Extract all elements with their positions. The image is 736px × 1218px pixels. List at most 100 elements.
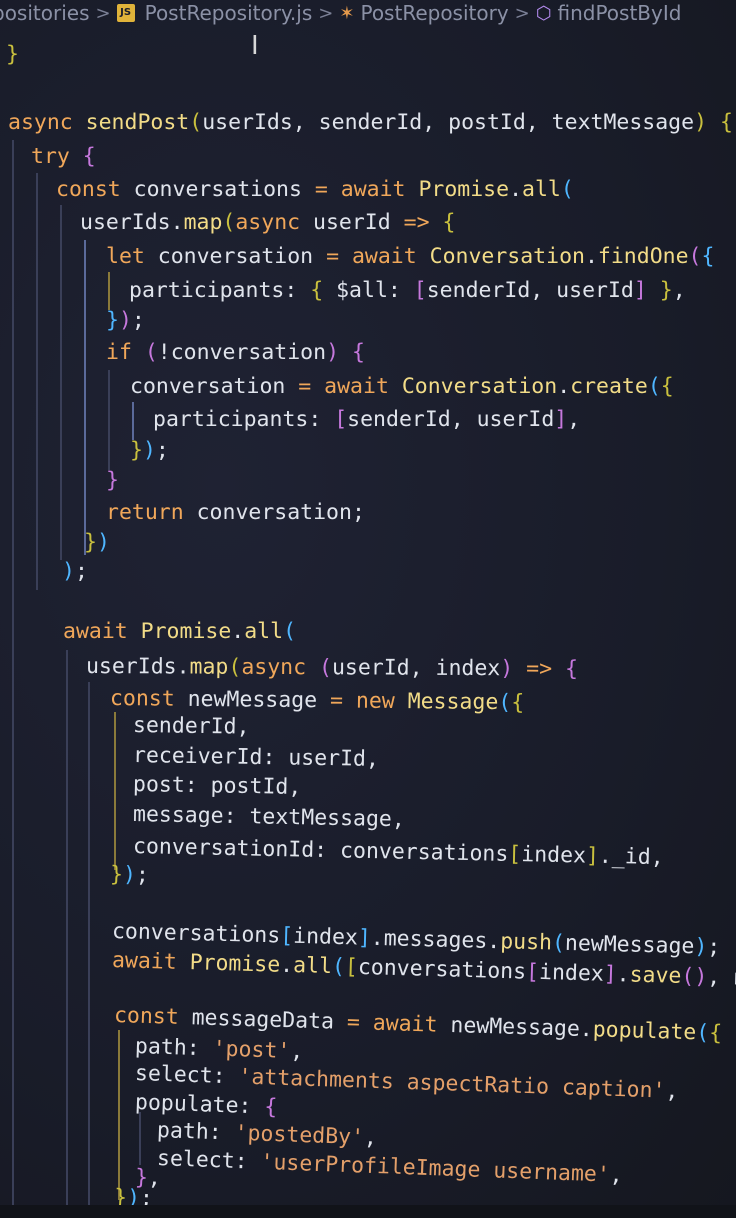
code-token: ,: [665, 1078, 679, 1105]
code-token: receiverId: userId,: [132, 743, 380, 772]
breadcrumb-file-label: PostRepository.js: [144, 1, 313, 25]
code-token: ,: [289, 1038, 304, 1065]
code-line[interactable]: userIds.map(async userId => {: [80, 208, 455, 238]
code-token: conversation;: [196, 500, 365, 525]
code-token: }: [6, 42, 19, 67]
code-line[interactable]: userIds.map(async (userId, index) => {: [86, 652, 578, 685]
code-token: {: [701, 244, 715, 269]
code-token: ._id,: [598, 843, 664, 871]
code-line[interactable]: if (!conversation) {: [106, 338, 365, 368]
code-token: (: [189, 110, 203, 135]
code-line[interactable]: }: [106, 466, 119, 496]
code-token: let: [106, 244, 158, 269]
code-token: {: [442, 210, 456, 235]
breadcrumb-item-method[interactable]: ⬡ findPostById: [536, 1, 682, 25]
code-token: ): [694, 110, 708, 135]
code-token: {: [351, 340, 365, 365]
code-token: async: [8, 110, 86, 135]
code-line[interactable]: conversationId: conversations[index]._id…: [133, 832, 664, 873]
code-token: ,: [363, 1125, 378, 1151]
code-token: userIds.: [85, 654, 190, 680]
code-token: }: [646, 278, 673, 303]
breadcrumb-item-file[interactable]: JS PostRepository.js: [116, 1, 313, 25]
code-token: [: [413, 278, 427, 303]
code-token: post: postId,: [132, 772, 302, 800]
code-token: ;: [74, 559, 88, 584]
code-token: ]: [585, 843, 600, 869]
code-token: .messages.: [370, 925, 501, 955]
code-line[interactable]: }): [84, 528, 110, 558]
code-line[interactable]: participants: { $all: [senderId, userId]…: [129, 276, 686, 306]
code-token: conversations: [357, 954, 527, 985]
code-token: }: [109, 862, 124, 888]
code-token: Message: [407, 689, 499, 716]
code-line[interactable]: }: [6, 40, 19, 70]
code-line[interactable]: participants: [senderId, userId],: [153, 405, 580, 435]
code-line[interactable]: conversation = await Conversation.create…: [130, 372, 674, 402]
code-token: .: [231, 619, 245, 644]
code-token: ): [694, 934, 708, 960]
method-icon: ⬡: [535, 2, 552, 24]
code-line[interactable]: senderId,: [133, 711, 250, 743]
code-token: create: [570, 374, 648, 399]
code-token: ): [122, 862, 137, 888]
code-token: .: [557, 374, 571, 399]
indent-guide: [118, 1030, 120, 1200]
code-line[interactable]: return conversation;: [106, 498, 365, 528]
code-line[interactable]: const conversations = await Promise.all(: [56, 175, 574, 205]
code-line[interactable]: message: textMessage,: [133, 800, 405, 835]
indent-guide: [84, 240, 86, 555]
code-token: all: [522, 177, 561, 202]
code-token: ]: [603, 961, 618, 988]
breadcrumb-item-class[interactable]: ✶ PostRepository: [339, 1, 508, 25]
code-line[interactable]: let conversation = await Conversation.fi…: [106, 242, 714, 272]
code-token: }: [106, 308, 119, 333]
code-token: participants:: [129, 278, 311, 303]
code-line[interactable]: });: [106, 306, 145, 336]
code-token: await: [111, 948, 191, 976]
code-line[interactable]: try {: [31, 142, 96, 172]
code-token: ;: [706, 934, 721, 960]
code-line[interactable]: async sendPost(userIds, senderId, postId…: [8, 108, 733, 138]
code-line[interactable]: select: 'userProfileImage username',: [156, 1144, 624, 1191]
code-token: senderId,: [132, 713, 250, 740]
code-token: (: [498, 690, 512, 716]
code-token: (: [144, 340, 158, 365]
code-token: ): [500, 656, 514, 682]
code-token: (: [283, 619, 297, 644]
code-token: await: [372, 1010, 451, 1038]
code-token: (: [551, 930, 566, 956]
code-token: 'attachments aspectRatio caption': [238, 1064, 666, 1104]
code-token: (: [222, 210, 236, 235]
code-token: Conversation: [401, 374, 558, 399]
code-line[interactable]: });: [130, 436, 169, 466]
code-token: ]: [554, 407, 568, 432]
code-token: const: [109, 686, 188, 712]
code-token: try: [31, 144, 83, 169]
code-token: ): [326, 340, 340, 365]
code-token: ,: [567, 407, 581, 432]
code-token: (: [688, 244, 702, 269]
code-token: senderId, userId: [426, 278, 634, 303]
code-line[interactable]: );: [62, 557, 88, 587]
indent-guide: [114, 712, 116, 870]
code-token: newMessage.: [450, 1012, 594, 1043]
code-token: senderId, userId: [347, 407, 555, 432]
code-token: all: [244, 619, 284, 644]
code-line[interactable]: await Promise.all(: [63, 617, 296, 647]
code-token: messageData: [191, 1005, 348, 1035]
breadcrumb-separator-icon: >: [95, 2, 111, 24]
code-token: {: [660, 374, 674, 399]
code-token: {: [310, 278, 337, 303]
code-token: , newMess: [706, 964, 736, 993]
breadcrumb-separator-icon: >: [318, 2, 334, 24]
code-token: {: [82, 144, 96, 169]
class-icon: ✶: [339, 2, 355, 24]
code-token: ): [142, 438, 156, 463]
code-line[interactable]: post: postId,: [133, 770, 302, 803]
code-token: ;: [155, 438, 169, 463]
code-line[interactable]: });: [110, 860, 150, 891]
breadcrumb-item-folder[interactable]: positories: [0, 1, 90, 25]
code-token: .: [616, 962, 631, 988]
